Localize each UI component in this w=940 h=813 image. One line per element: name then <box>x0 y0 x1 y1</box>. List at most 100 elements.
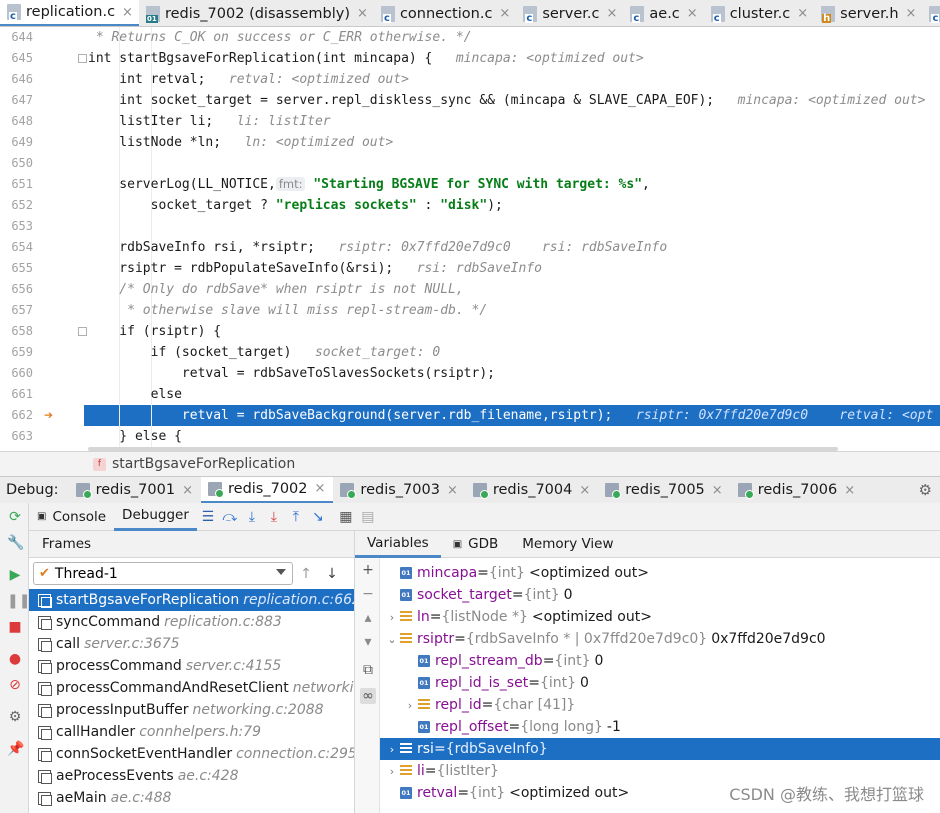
settings-icon[interactable]: ⚙ <box>919 481 932 499</box>
close-icon[interactable]: × <box>844 483 855 498</box>
arrow-down-icon[interactable]: ↓ <box>319 566 345 582</box>
variable-row[interactable]: 01 repl_id_is_set = {int} 0 <box>380 672 940 694</box>
fold-icon[interactable] <box>78 327 87 336</box>
close-icon[interactable]: × <box>122 5 133 20</box>
debug-session-tab[interactable]: redis_7001 × <box>69 477 201 504</box>
tab-memory-view[interactable]: Memory View <box>510 531 625 558</box>
code-editor[interactable]: 644 * Returns C_OK on success or C_ERR o… <box>0 27 940 451</box>
stack-frame[interactable]: startBgsaveForReplication replication.c:6… <box>29 589 354 611</box>
close-icon[interactable]: × <box>712 483 723 498</box>
tab-gdb[interactable]: ▣ GDB <box>441 531 511 558</box>
code-line[interactable]: 655 rsiptr = rdbPopulateSaveInfo(&rsi); … <box>0 258 940 279</box>
gear-icon[interactable]: ⚙ <box>7 709 23 725</box>
tab-debugger[interactable]: Debugger <box>114 503 197 531</box>
layout-icon[interactable]: ▤ <box>357 506 379 528</box>
add-watch-icon[interactable]: + <box>360 562 376 578</box>
variable-row[interactable]: › ln = {listNode *} <optimized out> <box>380 606 940 628</box>
code-line[interactable]: 646 int retval; retval: <optimized out> <box>0 69 940 90</box>
debug-session-tab[interactable]: redis_7005 × <box>598 477 730 504</box>
pause-icon[interactable]: ❚❚ <box>7 593 30 609</box>
editor-tab[interactable]: ae.c × <box>623 0 703 26</box>
expand-icon[interactable]: › <box>386 765 398 778</box>
code-line[interactable]: 645 int startBgsaveForReplication(int min… <box>0 48 940 69</box>
stack-frame[interactable]: processCommandAndResetClientnetworkin <box>29 677 354 699</box>
stack-frame[interactable]: aeProcessEvents ae.c:428 <box>29 765 354 787</box>
breadcrumb-function[interactable]: startBgsaveForReplication <box>112 456 295 472</box>
close-icon[interactable]: × <box>579 483 590 498</box>
close-icon[interactable]: × <box>606 6 617 21</box>
expand-icon[interactable]: › <box>386 611 398 624</box>
code-line[interactable]: 659 if (socket_target) socket_target: 0 <box>0 342 940 363</box>
resume-icon[interactable]: ▶ <box>7 567 23 583</box>
code-line[interactable]: 663 } else { <box>0 426 940 447</box>
debug-session-tab[interactable]: redis_7004 × <box>466 477 598 504</box>
stack-frame[interactable]: callHandler connhelpers.h:79 <box>29 721 354 743</box>
code-line[interactable]: 652 socket_target ? "replicas sockets" :… <box>0 195 940 216</box>
code-line[interactable]: 657 * otherwise slave will miss repl-str… <box>0 300 940 321</box>
stack-frame[interactable]: syncCommand replication.c:883 <box>29 611 354 633</box>
wrench-icon[interactable]: 🔧 <box>7 535 24 551</box>
expand-icon[interactable]: › <box>404 699 416 712</box>
force-step-into-icon[interactable]: ⤓ <box>263 506 285 528</box>
copy-icon[interactable]: ⧉ <box>360 662 376 678</box>
variable-row[interactable]: 01 socket_target = {int} 0 <box>380 584 940 606</box>
mute-breakpoints-icon[interactable]: ⊘ <box>7 677 23 693</box>
variable-row[interactable]: 01 repl_offset = {long long} -1 <box>380 716 940 738</box>
editor-tab[interactable]: server.h × <box>814 0 922 26</box>
close-icon[interactable]: × <box>499 6 510 21</box>
code-line[interactable]: 656 /* Only do rdbSave* when rsiptr is n… <box>0 279 940 300</box>
debug-session-tab[interactable]: redis_7003 × <box>333 477 465 504</box>
fold-icon[interactable] <box>78 54 87 63</box>
close-icon[interactable]: × <box>447 483 458 498</box>
editor-tab[interactable]: connection.c × <box>374 0 516 26</box>
editor-tab[interactable]: redis_7002 (disassembly) × <box>139 0 374 26</box>
editor-tab[interactable]: rdb. <box>922 0 940 26</box>
code-line[interactable]: 662 ➔ retval = rdbSaveBackground(server.r… <box>0 405 940 426</box>
stack-frame[interactable]: processInputBuffer networking.c:2088 <box>29 699 354 721</box>
step-out-icon[interactable]: ⤒ <box>285 506 307 528</box>
variable-row[interactable]: 01 mincapa = {int} <optimized out> <box>380 562 940 584</box>
stack-frame[interactable]: connSocketEventHandler connection.c:295 <box>29 743 354 765</box>
code-line[interactable]: 654 rdbSaveInfo rsi, *rsiptr; rsiptr: 0x… <box>0 237 940 258</box>
variable-row[interactable]: › li = {listIter} <box>380 760 940 782</box>
step-over-icon[interactable]: ⤼ <box>219 506 241 528</box>
stack-frame[interactable]: processCommand server.c:4155 <box>29 655 354 677</box>
variable-row[interactable]: 01 repl_stream_db = {int} 0 <box>380 650 940 672</box>
close-icon[interactable]: × <box>315 481 326 496</box>
variable-row[interactable]: ⌄ rsiptr = {rdbSaveInfo * | 0x7ffd20e7d9c… <box>380 628 940 650</box>
move-up-icon[interactable]: ▴ <box>360 610 376 626</box>
step-into-icon[interactable]: ⤓ <box>241 506 263 528</box>
editor-tab[interactable]: replication.c × <box>0 0 139 26</box>
glasses-icon[interactable]: ∞ <box>360 688 376 704</box>
debug-session-tab[interactable]: redis_7006 × <box>731 477 863 504</box>
stack-frame[interactable]: aeMain ae.c:488 <box>29 787 354 809</box>
arrow-up-icon[interactable]: ↑ <box>293 566 319 582</box>
variable-row[interactable]: › repl_id = {char [41]} <box>380 694 940 716</box>
variable-row[interactable]: › rsi = {rdbSaveInfo} <box>380 738 940 760</box>
close-icon[interactable]: × <box>182 483 193 498</box>
evaluate-expression-icon[interactable]: ▦ <box>335 506 357 528</box>
stack-frame[interactable]: call server.c:3675 <box>29 633 354 655</box>
code-line[interactable]: 649 listNode *ln; ln: <optimized out> <box>0 132 940 153</box>
show-execution-point-icon[interactable]: ☰ <box>197 506 219 528</box>
code-line[interactable]: 661 else <box>0 384 940 405</box>
view-breakpoints-icon[interactable]: ● <box>7 651 23 667</box>
remove-watch-icon[interactable]: − <box>360 586 376 602</box>
tab-console[interactable]: ▣ Console <box>29 503 114 531</box>
move-down-icon[interactable]: ▾ <box>360 634 376 650</box>
rerun-icon[interactable]: ⟳ <box>7 509 23 525</box>
pin-icon[interactable]: 📌 <box>7 741 24 757</box>
editor-tab[interactable]: server.c × <box>516 0 623 26</box>
close-icon[interactable]: × <box>797 6 808 21</box>
code-line[interactable]: 653 <box>0 216 940 237</box>
thread-selector[interactable]: ✔ Thread-1 <box>33 562 293 585</box>
code-line[interactable]: 660 retval = rdbSaveToSlavesSockets(rsip… <box>0 363 940 384</box>
expand-icon[interactable]: ⌄ <box>386 633 398 646</box>
code-line[interactable]: 648 listIter li; li: listIter <box>0 111 940 132</box>
close-icon[interactable]: × <box>357 6 368 21</box>
tab-variables[interactable]: Variables <box>355 531 441 558</box>
debug-session-tab[interactable]: redis_7002 × <box>201 476 334 504</box>
code-line[interactable]: 651 serverLog(LL_NOTICE, fmt: "Starting B… <box>0 174 940 195</box>
close-icon[interactable]: × <box>906 6 917 21</box>
code-line[interactable]: 647 int socket_target = server.repl_disk… <box>0 90 940 111</box>
